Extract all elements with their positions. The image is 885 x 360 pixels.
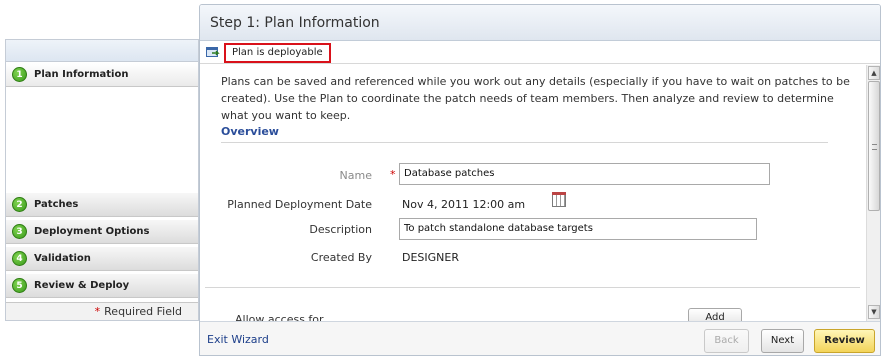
allow-access-label: Allow access for: [235, 313, 324, 321]
content-area[interactable]: Plans can be saved and referenced while …: [200, 65, 866, 321]
vertical-scrollbar[interactable]: ▲ ▼: [866, 65, 880, 321]
required-field-legend: * Required Field: [6, 302, 198, 320]
planned-date-label: Planned Deployment Date: [227, 198, 372, 211]
required-star-icon: *: [94, 305, 101, 318]
status-message: Plan is deployable: [224, 43, 331, 63]
step-label: Review & Deploy: [34, 280, 130, 291]
back-button[interactable]: Back: [704, 329, 749, 353]
name-label: Name: [339, 169, 372, 182]
section-title-overview: Overview: [221, 125, 828, 143]
intro-text: Plans can be saved and referenced while …: [221, 75, 850, 122]
step-validation[interactable]: 4 Validation: [6, 247, 198, 271]
description-label: Description: [309, 223, 372, 236]
page-title: Step 1: Plan Information: [200, 5, 880, 41]
status-bar: Plan is deployable: [200, 42, 880, 64]
step-train: 1 Plan Information 2 Patches 3 Deploymen…: [5, 39, 199, 321]
step-label: Patches: [34, 199, 79, 210]
step-plan-information[interactable]: 1 Plan Information: [6, 63, 198, 87]
deploy-status-icon: [206, 47, 220, 57]
description-input[interactable]: To patch standalone database targets: [399, 218, 757, 240]
step-review-deploy[interactable]: 5 Review & Deploy: [6, 274, 198, 298]
wizard-footer: Exit Wizard Back Next Review: [200, 321, 880, 355]
step-train-header: [6, 40, 198, 62]
name-input[interactable]: Database patches: [399, 163, 770, 185]
step-patches[interactable]: 2 Patches: [6, 193, 198, 217]
step-number-badge: 3: [12, 224, 27, 239]
step-number-badge: 2: [12, 197, 27, 212]
scrollbar-thumb[interactable]: [868, 81, 880, 211]
add-button[interactable]: Add: [688, 308, 742, 321]
planned-date-value[interactable]: Nov 4, 2011 12:00 am: [402, 198, 525, 211]
divider: [205, 287, 860, 288]
grip-icon: [872, 144, 877, 150]
step-deployment-options[interactable]: 3 Deployment Options: [6, 220, 198, 244]
step-label: Plan Information: [34, 69, 129, 80]
calendar-icon[interactable]: [552, 192, 566, 207]
next-button[interactable]: Next: [761, 329, 804, 353]
required-field-label: Required Field: [104, 305, 182, 318]
created-by-value: DESIGNER: [402, 251, 459, 264]
review-button[interactable]: Review: [814, 329, 875, 353]
created-by-label: Created By: [310, 251, 372, 264]
exit-wizard-link[interactable]: Exit Wizard: [207, 333, 269, 346]
step-label: Validation: [34, 253, 91, 264]
wizard-panel: Step 1: Plan Information Plan is deploya…: [199, 4, 881, 356]
required-star-icon: *: [390, 168, 396, 181]
step-number-badge: 1: [12, 67, 27, 82]
step-number-badge: 5: [12, 278, 27, 293]
scroll-down-icon[interactable]: ▼: [868, 305, 880, 319]
step-number-badge: 4: [12, 251, 27, 266]
scroll-up-icon[interactable]: ▲: [868, 66, 880, 80]
step-label: Deployment Options: [34, 226, 150, 237]
